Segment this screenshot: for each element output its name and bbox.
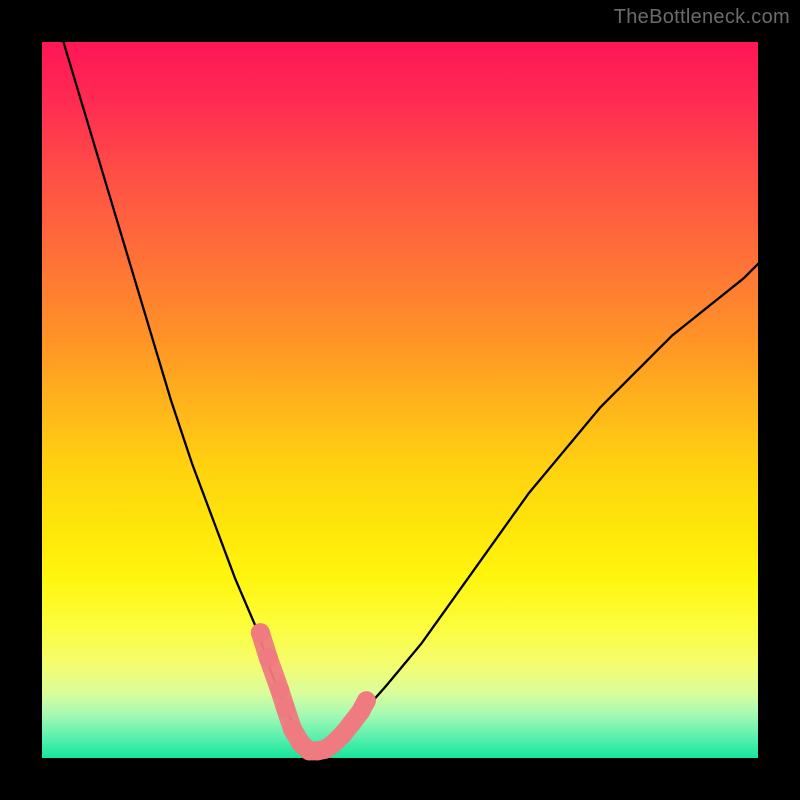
- curve: [63, 42, 758, 751]
- highlight-dots: [251, 623, 376, 760]
- watermark-text: TheBottleneck.com: [614, 6, 790, 29]
- chart-frame: TheBottleneck.com: [0, 0, 800, 800]
- chart-overlay: [0, 0, 800, 800]
